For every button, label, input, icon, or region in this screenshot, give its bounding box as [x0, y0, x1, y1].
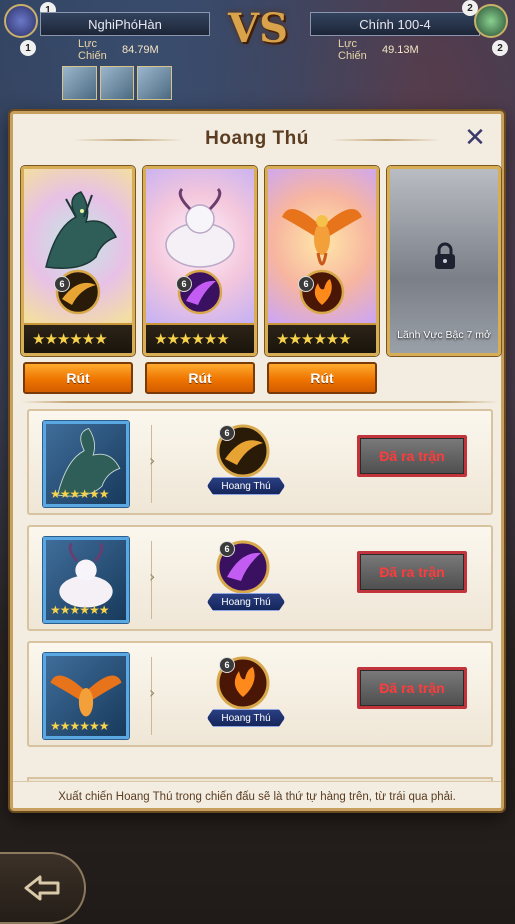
deployed-button[interactable]: Đã ra trận	[357, 667, 467, 709]
list-item: ★★★★★★ › 6 Hoang Thú Đã ra trận	[27, 409, 493, 515]
card-star-strip: ★★★★★★	[24, 323, 132, 353]
chevron-right-icon: ›	[149, 683, 156, 702]
card-level-badge: 6	[298, 276, 314, 292]
power-label: Lực Chiến	[78, 38, 107, 62]
beast-card-dragon[interactable]: 6 ★★★★★★	[21, 166, 135, 356]
player-left-badge-bottom: 1	[20, 40, 36, 56]
title-ornament-left	[73, 139, 183, 141]
player-left-lineup	[62, 66, 173, 100]
skill-name-tag: Hoang Thú	[207, 593, 285, 611]
panel-header: Hoang Thú ✕	[13, 114, 501, 164]
beast-card-row: 6 ★★★★★★ Rút 6 ★★★★★★ Rút 6 ★★★★★★ Rút L…	[21, 166, 501, 406]
deployed-beast-list: ★★★★★★ › 6 Hoang Thú Đã ra trận ★★★★★★ ›…	[27, 409, 493, 781]
player-right-badge-top: 2	[462, 0, 478, 16]
skill-level-badge: 6	[219, 541, 235, 557]
card-level-badge: 6	[54, 276, 70, 292]
player-right-emblem-icon	[474, 4, 508, 38]
star-rating: ★★★★★★	[50, 487, 110, 501]
title-ornament-right	[331, 139, 441, 141]
close-icon[interactable]: ✕	[461, 124, 489, 152]
chevron-right-icon: ›	[149, 567, 156, 586]
star-rating: ★★★★★★	[276, 330, 352, 348]
star-rating: ★★★★★★	[32, 330, 108, 348]
deployed-button[interactable]: Đã ra trận	[357, 435, 467, 477]
draw-button-dragon[interactable]: Rút	[23, 362, 133, 394]
skill-name-tag: Hoang Thú	[207, 709, 285, 727]
lock-icon	[435, 242, 455, 269]
back-arrow-icon	[24, 875, 60, 901]
vs-label: VS	[228, 5, 288, 52]
deployed-button[interactable]: Đã ra trận	[357, 551, 467, 593]
beast-card-phoenix[interactable]: 6 ★★★★★★	[265, 166, 379, 356]
power-value: 84.79M	[122, 44, 159, 56]
draw-button-phoenix[interactable]: Rút	[267, 362, 377, 394]
beast-portrait-phoenix[interactable]: ★★★★★★	[43, 653, 129, 739]
list-item: ★★★★★★ › 6 Hoang Thú Đã ra trận	[27, 641, 493, 747]
wild-beast-panel: Hoang Thú ✕ 6 ★★★★★★ Rút 6 ★★★★★★ Rút 6 …	[10, 111, 504, 811]
skill-name-tag: Hoang Thú	[207, 477, 285, 495]
beast-portrait-white-beast[interactable]: ★★★★★★	[43, 537, 129, 623]
power-label: Lực Chiến	[338, 38, 367, 62]
white-beast-icon	[165, 187, 235, 268]
locked-slot-text: Lãnh Vực Bậc 7 mở	[397, 329, 491, 341]
dragon-icon	[45, 191, 118, 269]
power-value: 49.13M	[382, 44, 419, 56]
chevron-right-icon: ›	[149, 451, 156, 470]
player-right-badge-bottom: 2	[492, 40, 508, 56]
list-item: ★★★★★★ › 6 Hoang Thú Đã ra trận	[27, 525, 493, 631]
player-left-power: Lực Chiến 84.79M	[78, 38, 198, 64]
deploy-order-note: Xuất chiến Hoang Thú trong chiến đấu sẽ …	[13, 781, 501, 811]
section-divider	[21, 401, 499, 403]
star-rating: ★★★★★★	[50, 719, 110, 733]
back-button[interactable]	[0, 852, 86, 924]
card-star-strip: ★★★★★★	[268, 323, 376, 353]
skill-level-badge: 6	[219, 425, 235, 441]
beast-portrait-dragon[interactable]: ★★★★★★	[43, 421, 129, 507]
player-left-name: NghiPhóHàn	[40, 12, 210, 36]
star-rating: ★★★★★★	[154, 330, 230, 348]
card-level-badge: 6	[176, 276, 192, 292]
star-rating: ★★★★★★	[50, 603, 110, 617]
skill-level-badge: 6	[219, 657, 235, 673]
battle-header: 1 1 NghiPhóHàn Lực Chiến 84.79M VS Chính…	[0, 0, 515, 110]
card-star-strip: ★★★★★★	[146, 323, 254, 353]
player-right-name: Chính 100-4	[310, 12, 480, 36]
panel-title: Hoang Thú	[205, 128, 309, 149]
player-right-power: Lực Chiến 49.13M	[338, 38, 458, 64]
player-left-emblem-icon	[4, 4, 38, 38]
beast-card-locked: Lãnh Vực Bậc 7 mở	[387, 166, 501, 356]
draw-button-white-beast[interactable]: Rút	[145, 362, 255, 394]
phoenix-icon	[282, 209, 362, 266]
beast-card-white-beast[interactable]: 6 ★★★★★★	[143, 166, 257, 356]
